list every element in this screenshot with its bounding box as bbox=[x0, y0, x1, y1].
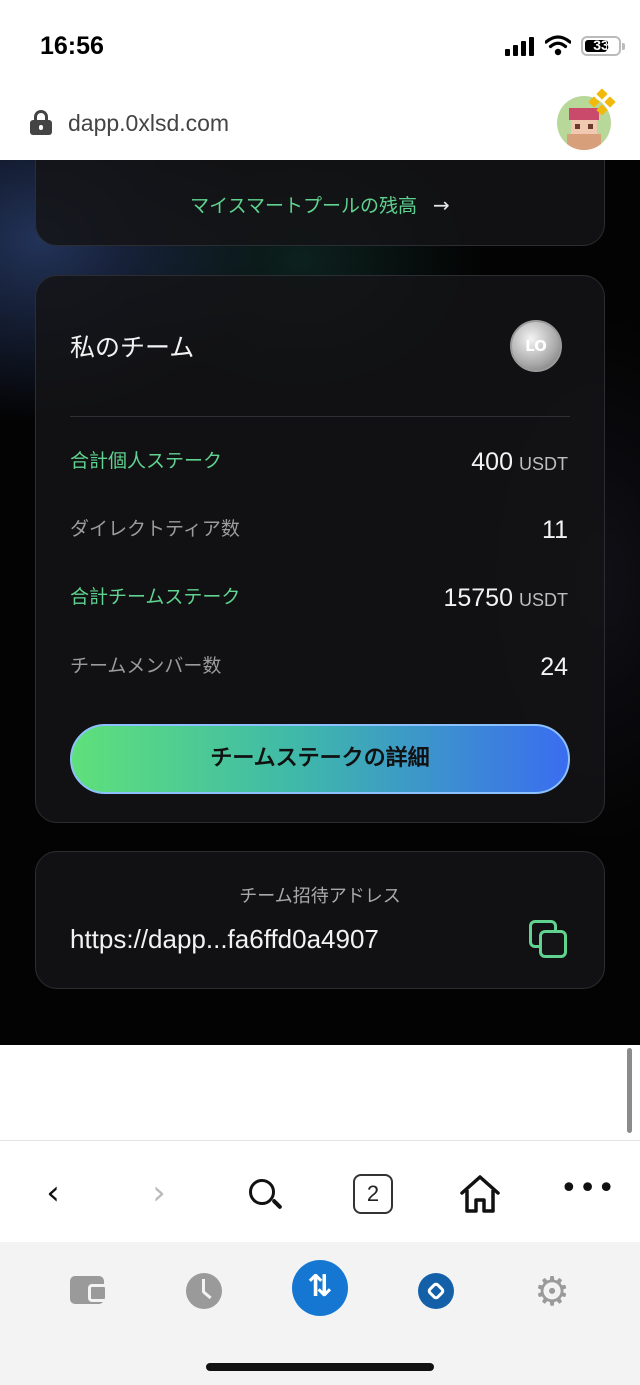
browser-toolbar: ‹ › 2 ••• bbox=[0, 1140, 640, 1242]
team-stake-label: 合計チームステーク bbox=[70, 586, 241, 608]
personal-stake-label: 合計個人ステーク bbox=[70, 450, 223, 472]
more-icon[interactable]: ••• bbox=[560, 1169, 615, 1219]
invite-url: https://dapp...fa6ffd0a4907 bbox=[70, 924, 379, 954]
battery-icon: 33 bbox=[581, 36, 625, 56]
pool-balance-card: マイスマートプールの残高 → bbox=[35, 160, 605, 246]
personal-stake-value: 400 USDT bbox=[471, 448, 568, 476]
battery-level: 33 bbox=[593, 37, 609, 53]
team-title: 私のチーム bbox=[70, 333, 195, 362]
wallet-icon[interactable] bbox=[66, 1264, 122, 1320]
status-time: 16:56 bbox=[40, 32, 104, 60]
invite-address-card: チーム招待アドレス https://dapp...fa6ffd0a4907 bbox=[35, 851, 605, 989]
url-text[interactable]: dapp.0xlsd.com bbox=[68, 110, 229, 137]
home-indicator bbox=[206, 1363, 434, 1371]
forward-button[interactable]: › bbox=[134, 1169, 184, 1219]
tabs-button[interactable]: 2 bbox=[350, 1169, 400, 1219]
dapp-page: マイスマートプールの残高 → 私のチーム LO 合計個人ステーク 400 USDT … bbox=[0, 160, 640, 1045]
team-stake-value: 15750 USDT bbox=[443, 584, 568, 612]
lo-badge-icon: LO bbox=[510, 320, 562, 372]
arrow-right-icon: → bbox=[433, 193, 450, 217]
lock-icon bbox=[30, 110, 52, 135]
status-bar: 16:56 33 bbox=[0, 0, 640, 92]
url-bar[interactable]: dapp.0xlsd.com bbox=[0, 88, 640, 160]
scrollbar[interactable] bbox=[627, 1048, 632, 1133]
direct-tier-label: ダイレクトティア数 bbox=[70, 518, 240, 540]
team-members-label: チームメンバー数 bbox=[70, 655, 222, 677]
history-icon[interactable] bbox=[176, 1264, 232, 1320]
swap-icon[interactable]: ⇅ bbox=[292, 1260, 348, 1316]
team-stake-details-button[interactable]: チームステークの詳細 bbox=[70, 724, 570, 794]
team-stake-unit: USDT bbox=[519, 590, 568, 610]
copy-icon[interactable] bbox=[529, 920, 571, 962]
settings-icon[interactable]: ⚙ bbox=[524, 1264, 580, 1320]
divider bbox=[70, 416, 570, 417]
back-button[interactable]: ‹ bbox=[28, 1169, 78, 1219]
signal-icon bbox=[505, 36, 535, 56]
pool-balance-label: マイスマートプールの残高 bbox=[190, 195, 418, 217]
direct-tier-value: 11 bbox=[542, 516, 568, 544]
search-icon[interactable] bbox=[240, 1169, 290, 1219]
my-team-card: 私のチーム LO 合計個人ステーク 400 USDT ダイレクトティア数 11 合… bbox=[35, 275, 605, 823]
team-members-value: 24 bbox=[540, 653, 568, 681]
wifi-icon bbox=[545, 35, 571, 56]
personal-stake-unit: USDT bbox=[519, 454, 568, 474]
binance-badge-icon bbox=[588, 88, 616, 116]
invite-label: チーム招待アドレス bbox=[239, 886, 401, 907]
tab-count: 2 bbox=[353, 1174, 393, 1214]
home-icon[interactable] bbox=[455, 1169, 505, 1219]
page-blank-area bbox=[0, 1045, 640, 1140]
pool-balance-link[interactable]: マイスマートプールの残高 → bbox=[36, 191, 604, 218]
discover-icon[interactable] bbox=[408, 1264, 464, 1320]
